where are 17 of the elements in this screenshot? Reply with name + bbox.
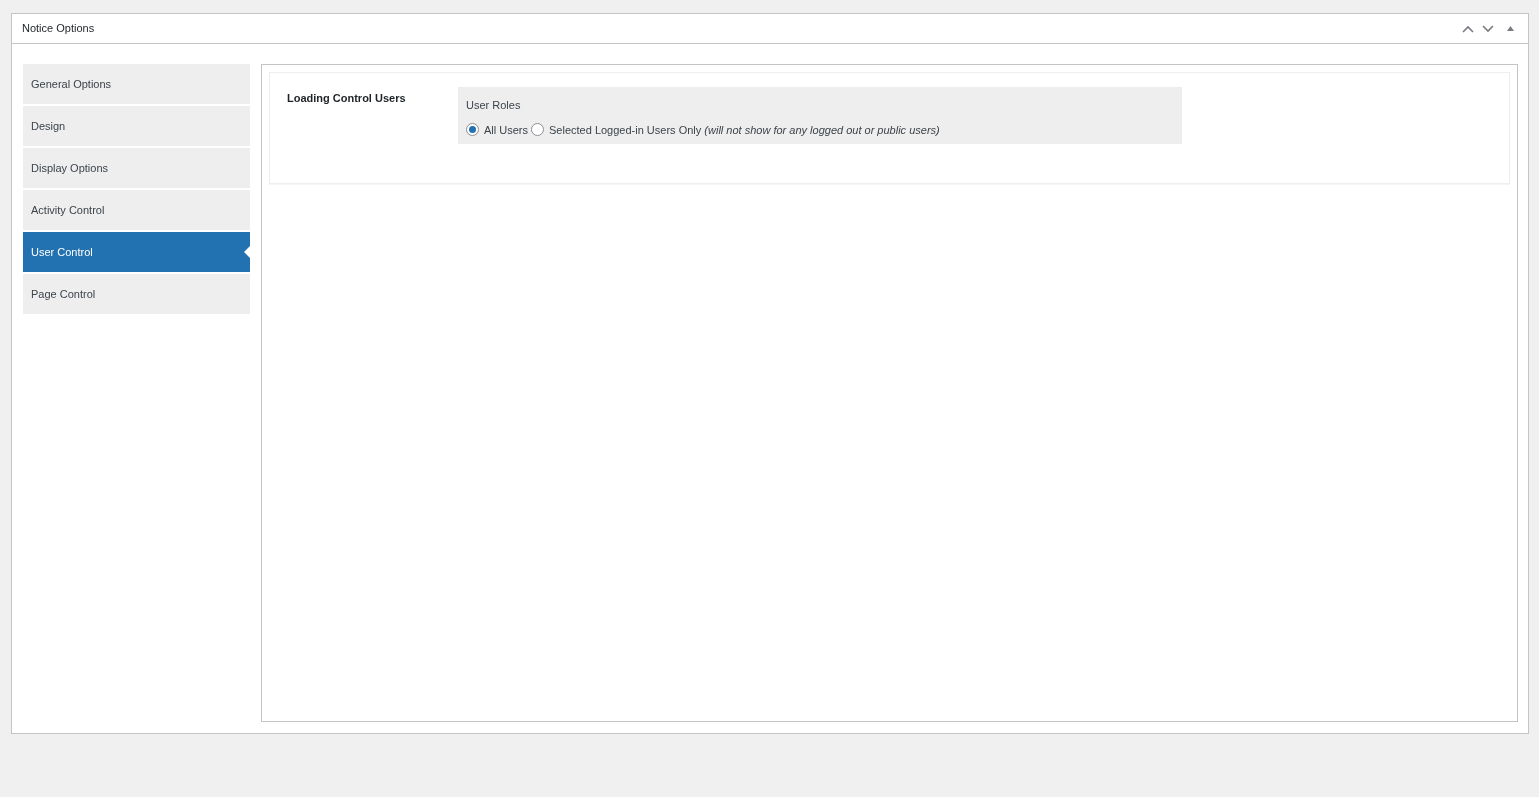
- sidebar-tab[interactable]: General Options: [23, 64, 250, 104]
- sidebar-tab[interactable]: Activity Control: [23, 190, 250, 230]
- panel-title: Notice Options: [22, 21, 96, 37]
- sidebar-tab[interactable]: User Control: [23, 232, 250, 272]
- sidebar-tab[interactable]: Display Options: [23, 148, 250, 188]
- sidebar-tab[interactable]: Design: [23, 106, 250, 146]
- triangle-up-icon: [1506, 26, 1514, 31]
- sidebar-tab[interactable]: Page Control: [23, 274, 250, 314]
- chevron-down-icon: [1482, 24, 1494, 33]
- group-label: User Roles: [466, 98, 521, 113]
- radio-label[interactable]: All Users: [484, 121, 528, 138]
- radio-button[interactable]: [466, 123, 479, 137]
- chevron-up-icon: [1462, 24, 1474, 33]
- setting-label: Loading Control Users: [287, 91, 407, 106]
- radio-label[interactable]: Selected Logged-in Users Only (will not show for any logged out or public users): [549, 121, 940, 138]
- pointer-notch: [244, 246, 250, 258]
- radio-button[interactable]: [531, 123, 544, 137]
